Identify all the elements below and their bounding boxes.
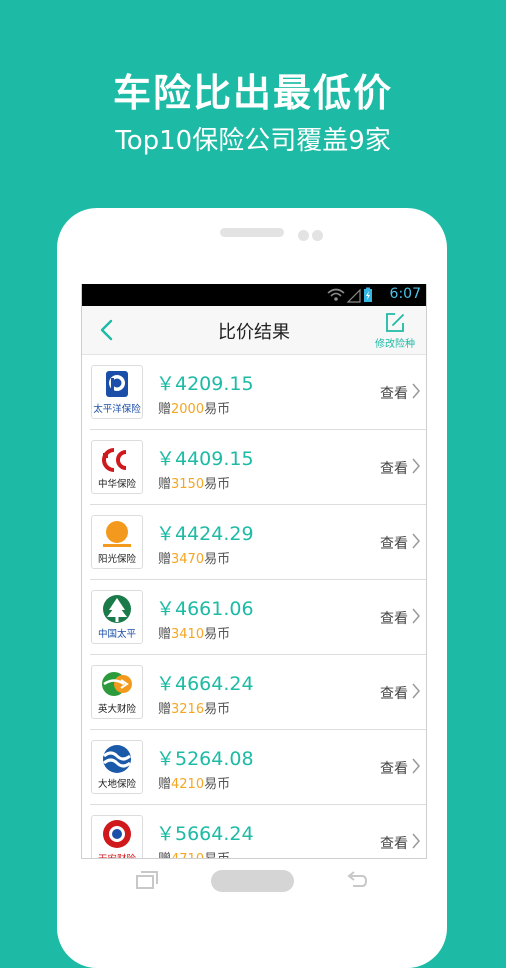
quote-price: ￥4664.24 (156, 673, 254, 695)
edit-coverage-label: 修改险种 (375, 339, 415, 350)
view-button[interactable]: 查看 (380, 833, 408, 853)
gift-coins: 赠3410易币 (158, 627, 231, 642)
quote-row[interactable]: 大地保险 ￥5264.08 赠4210易币 查看 (90, 730, 426, 805)
status-bar: 6:07 (82, 284, 426, 306)
wifi-icon (327, 288, 345, 301)
promo-headline: 车险比出最低价 (112, 71, 393, 115)
quote-price: ￥4424.29 (156, 523, 254, 545)
gift-coins: 赠3150易币 (158, 477, 231, 492)
insurer-logo: 阳光保险 (91, 515, 143, 569)
gift-coins: 赠3216易币 (158, 702, 231, 717)
quote-list: 太平洋保险 ￥4209.15 赠2000易币 查看 中华保险 ￥4409.15 … (82, 355, 426, 858)
insurer-logo: 英大财险 (91, 665, 143, 719)
insurer-logo: 中国太平 (91, 590, 143, 644)
insurer-name: 太平洋保险 (93, 404, 141, 415)
insurer-logo: 太平洋保险 (91, 365, 143, 419)
view-button[interactable]: 查看 (380, 458, 408, 478)
chevron-right-icon (412, 458, 420, 474)
view-button[interactable]: 查看 (380, 533, 408, 553)
signal-icon (346, 288, 361, 303)
chevron-right-icon (412, 533, 420, 549)
quote-price: ￥5264.08 (156, 748, 254, 770)
quote-row[interactable]: 中国太平 ￥4661.06 赠3410易币 查看 (90, 580, 426, 655)
quote-price: ￥5664.24 (156, 823, 254, 845)
status-icons (327, 287, 372, 303)
phone-speaker (220, 228, 284, 237)
tianan-logo-icon (103, 820, 131, 848)
home-button[interactable] (211, 870, 294, 892)
insurer-name: 英大财险 (97, 704, 136, 715)
promo-subline: Top10保险公司覆盖9家 (115, 126, 391, 156)
gift-coins: 赠3470易币 (158, 552, 231, 567)
status-time: 6:07 (389, 286, 421, 302)
quote-row[interactable]: 英大财险 ￥4664.24 赠3216易币 查看 (90, 655, 426, 730)
gift-coins: 赠4710易币 (158, 848, 230, 858)
nav-bar: 比价结果 修改险种 (82, 306, 426, 355)
chevron-right-icon (412, 383, 420, 399)
quote-price: ￥4661.06 (156, 598, 254, 620)
quote-price: ￥4209.15 (156, 373, 254, 395)
battery-icon (364, 287, 372, 302)
china-insurance-logo-icon (102, 448, 127, 472)
app-screen: 6:07 比价结果 修改险种 太平洋保险 ￥4209.15 赠2000易币 查看… (81, 284, 427, 859)
insurer-logo: 中华保险 (91, 440, 143, 494)
gift-coins: 赠2000易币 (158, 402, 231, 417)
view-button[interactable]: 查看 (380, 608, 408, 628)
insurer-name: 阳光保险 (97, 554, 136, 565)
view-button[interactable]: 查看 (380, 683, 408, 703)
quote-price: ￥4409.15 (156, 448, 254, 470)
chevron-right-icon (412, 683, 420, 699)
dadi-logo-icon (103, 745, 131, 773)
quote-row[interactable]: 太平洋保险 ￥4209.15 赠2000易币 查看 (90, 355, 426, 430)
chevron-right-icon (412, 833, 420, 849)
insurer-name: 天安财险 (92, 851, 142, 858)
insurer-logo: 天安财险 (91, 815, 143, 858)
quote-row[interactable]: 中华保险 ￥4409.15 赠3150易币 查看 (90, 430, 426, 505)
insurer-name: 中华保险 (97, 479, 136, 490)
pacific-logo-icon (106, 371, 128, 397)
gift-coins: 赠4210易币 (158, 777, 231, 792)
yingda-logo-icon (102, 672, 132, 696)
insurer-name: 大地保险 (97, 779, 136, 790)
edit-icon (386, 313, 404, 332)
sunshine-logo-icon (103, 521, 131, 547)
chevron-right-icon (412, 608, 420, 624)
phone-sensor (298, 230, 309, 241)
insurer-name: 中国太平 (97, 629, 136, 640)
chevron-right-icon (412, 758, 420, 774)
edit-coverage-button[interactable]: 修改险种 (372, 312, 418, 350)
view-button[interactable]: 查看 (380, 758, 408, 778)
phone-camera (312, 230, 323, 241)
back-nav-icon[interactable] (345, 870, 369, 890)
china-taiping-logo-icon (103, 595, 131, 623)
view-button[interactable]: 查看 (380, 383, 408, 403)
insurer-logo: 大地保险 (91, 740, 143, 794)
quote-row[interactable]: 天安财险 ￥5664.24 赠4710易币 查看 (90, 805, 426, 858)
recent-apps-icon[interactable] (135, 870, 159, 890)
quote-row[interactable]: 阳光保险 ￥4424.29 赠3470易币 查看 (90, 505, 426, 580)
